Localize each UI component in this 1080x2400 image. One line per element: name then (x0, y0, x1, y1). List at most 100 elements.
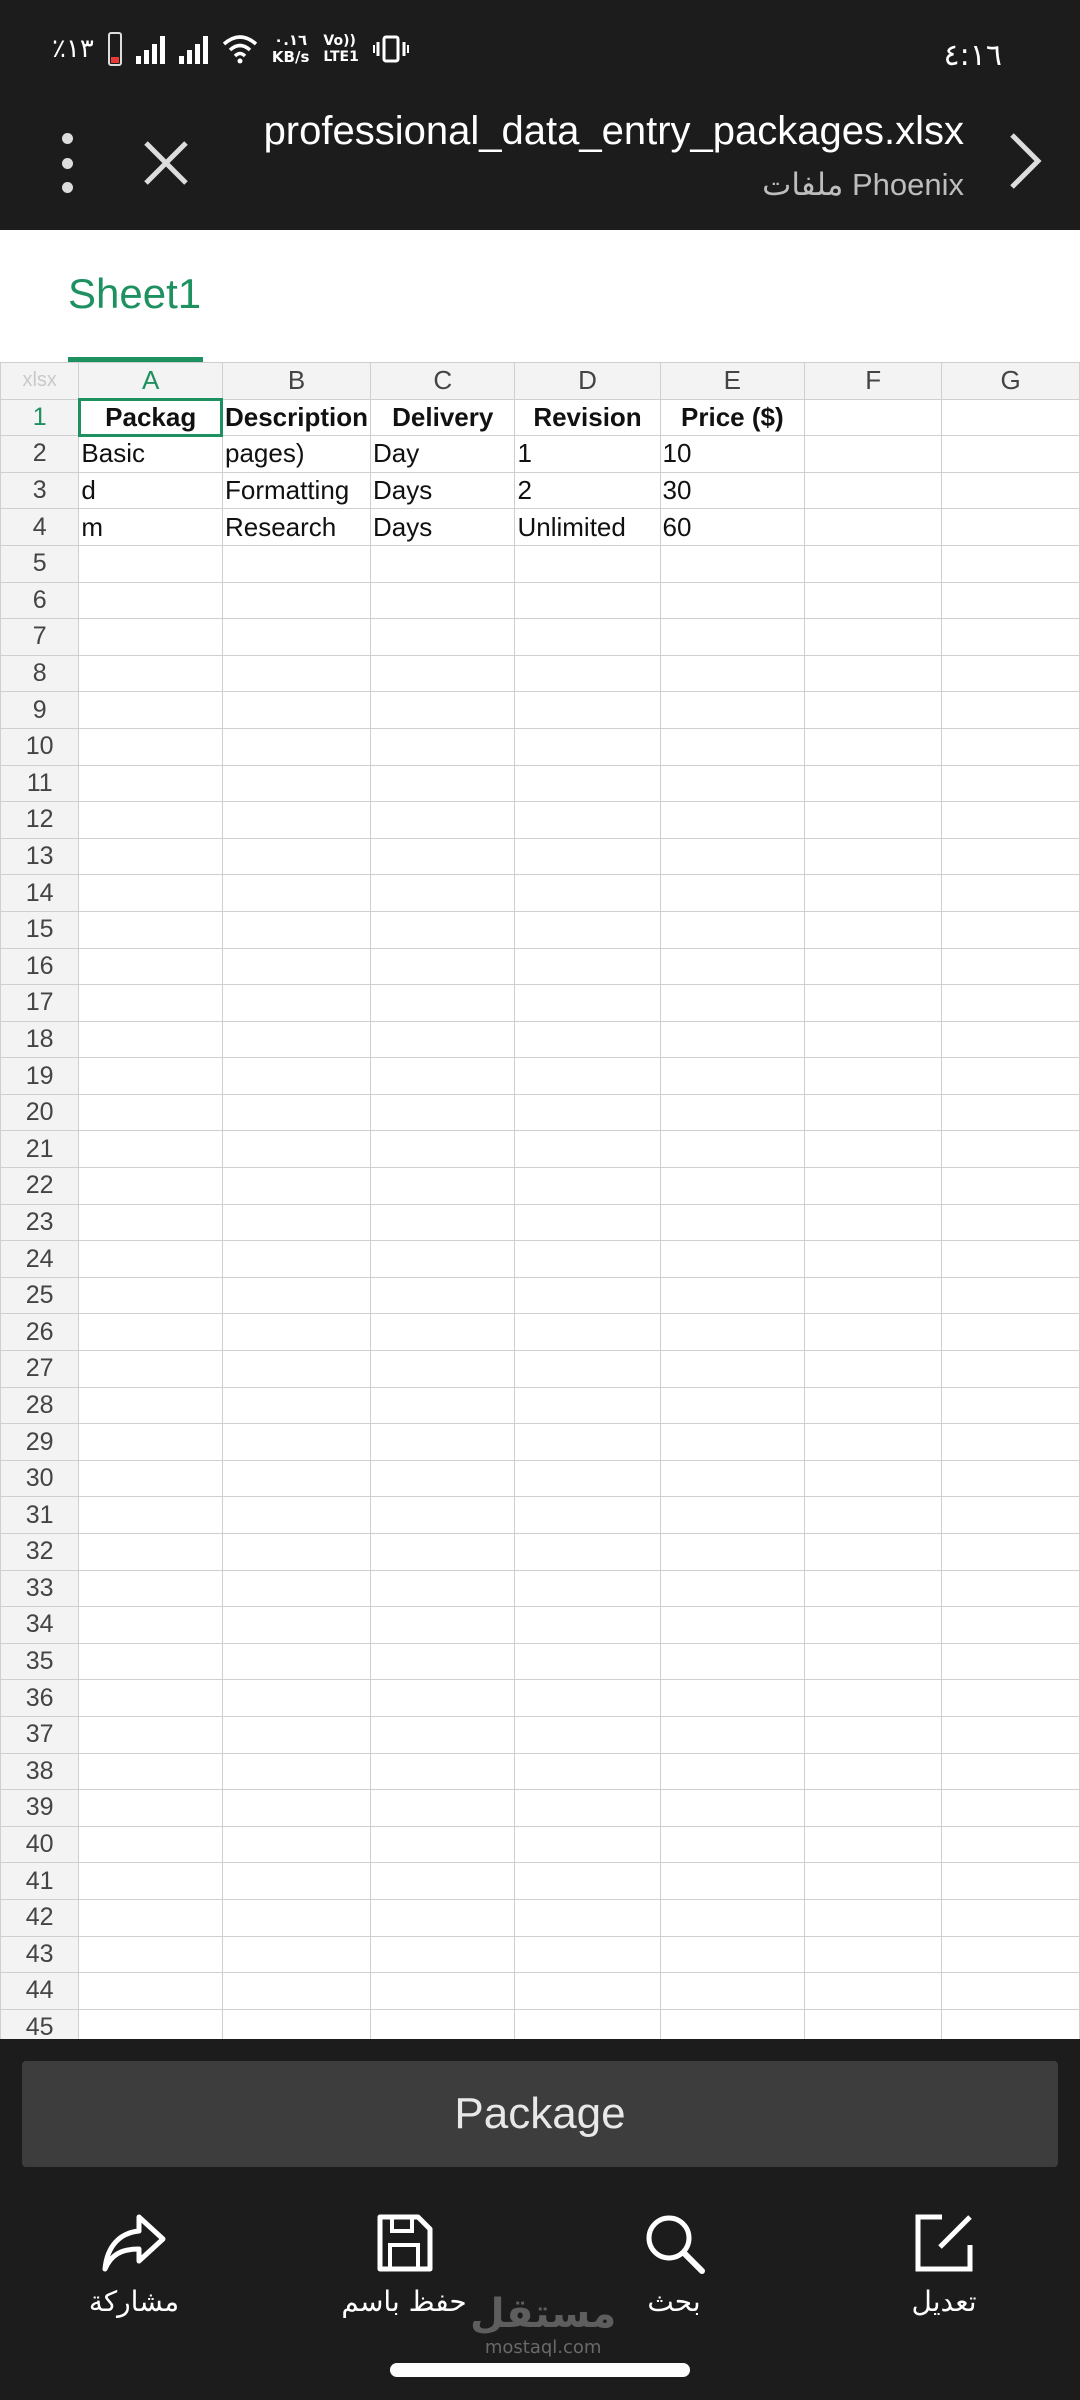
cell[interactable] (804, 1240, 943, 1278)
close-icon[interactable] (138, 135, 194, 191)
cell[interactable] (514, 691, 661, 729)
cell[interactable] (804, 1533, 943, 1571)
corner-cell[interactable]: xlsx (0, 362, 80, 400)
row-header[interactable]: 27 (0, 1350, 80, 1388)
cell[interactable] (659, 1276, 806, 1315)
cell[interactable] (514, 837, 661, 876)
cell[interactable] (941, 1057, 1080, 1095)
cell[interactable] (659, 837, 806, 876)
cell[interactable] (804, 2008, 943, 2039)
column-header[interactable]: A (78, 362, 223, 400)
cell[interactable] (941, 691, 1080, 729)
row-header[interactable]: 20 (0, 1093, 80, 1132)
cell[interactable] (78, 1533, 223, 1571)
cell[interactable] (941, 1606, 1080, 1644)
cell[interactable] (941, 984, 1080, 1022)
cell[interactable] (804, 544, 943, 583)
row-header[interactable]: 23 (0, 1203, 80, 1242)
cell[interactable] (370, 1167, 516, 1205)
cell[interactable] (804, 1642, 943, 1681)
cell[interactable] (221, 1093, 372, 1132)
cell[interactable] (370, 2008, 516, 2039)
cell[interactable] (78, 1679, 223, 1717)
cell[interactable]: Unlimited (514, 508, 661, 546)
cell[interactable] (78, 1276, 223, 1315)
cell[interactable] (370, 1862, 516, 1900)
row-header[interactable]: 17 (0, 984, 80, 1022)
cell[interactable] (370, 1715, 516, 1754)
row-header[interactable]: 15 (0, 910, 80, 949)
cell[interactable] (659, 801, 806, 839)
cell[interactable] (78, 1057, 223, 1095)
cell[interactable] (659, 874, 806, 912)
cell[interactable]: 60 (659, 508, 806, 546)
cell[interactable] (514, 581, 661, 620)
chevron-right-icon[interactable] (1004, 129, 1044, 193)
row-header[interactable]: 19 (0, 1057, 80, 1095)
cell[interactable] (941, 1386, 1080, 1425)
cell[interactable] (941, 1167, 1080, 1205)
cell[interactable] (221, 1569, 372, 1608)
cell[interactable] (659, 691, 806, 729)
cell[interactable] (370, 1935, 516, 1974)
cell[interactable] (514, 1240, 661, 1278)
cell[interactable] (221, 1972, 372, 2010)
cell[interactable] (941, 654, 1080, 693)
cell[interactable] (659, 1203, 806, 1242)
cell[interactable] (514, 1203, 661, 1242)
cell[interactable] (370, 654, 516, 693)
row-header[interactable]: 33 (0, 1569, 80, 1608)
cell[interactable] (221, 1167, 372, 1205)
cell[interactable] (941, 1276, 1080, 1315)
row-header[interactable]: 24 (0, 1240, 80, 1278)
cell[interactable]: pages) (221, 435, 372, 473)
row-header[interactable]: 26 (0, 1313, 80, 1352)
cell[interactable] (221, 1313, 372, 1352)
cell[interactable] (804, 1679, 943, 1717)
cell[interactable] (941, 581, 1080, 620)
cell[interactable] (659, 910, 806, 949)
row-header[interactable]: 2 (0, 435, 80, 473)
cell[interactable] (804, 1093, 943, 1132)
cell[interactable] (514, 764, 661, 803)
cell[interactable] (221, 1935, 372, 1974)
cell[interactable] (804, 1789, 943, 1827)
cell[interactable] (221, 1642, 372, 1681)
column-header[interactable]: E (659, 362, 806, 400)
row-header[interactable]: 13 (0, 837, 80, 876)
cell[interactable] (659, 1350, 806, 1388)
cell[interactable] (514, 947, 661, 986)
row-header[interactable]: 11 (0, 764, 80, 803)
row-header[interactable]: 41 (0, 1862, 80, 1900)
cell[interactable] (370, 1898, 516, 1937)
row-header[interactable]: 44 (0, 1972, 80, 2010)
cell[interactable]: Formatting (221, 471, 372, 510)
cell[interactable] (221, 1459, 372, 1498)
cell[interactable] (941, 1972, 1080, 2010)
cell[interactable] (514, 1789, 661, 1827)
cell[interactable] (370, 1020, 516, 1059)
cell[interactable] (78, 1752, 223, 1791)
cell[interactable] (221, 1898, 372, 1937)
cell[interactable] (659, 1020, 806, 1059)
cell[interactable] (78, 581, 223, 620)
cell[interactable] (514, 1130, 661, 1169)
cell[interactable] (941, 1862, 1080, 1900)
cell[interactable] (370, 1203, 516, 1242)
cell[interactable] (804, 1715, 943, 1754)
row-header[interactable]: 16 (0, 947, 80, 986)
cell[interactable] (78, 1496, 223, 1534)
cell[interactable] (370, 1057, 516, 1095)
cell[interactable]: 30 (659, 471, 806, 510)
cell[interactable] (804, 837, 943, 876)
cell[interactable] (659, 654, 806, 693)
cell[interactable] (221, 1533, 372, 1571)
row-header[interactable]: 4 (0, 508, 80, 546)
cell[interactable]: d (78, 471, 223, 510)
cell[interactable] (221, 1386, 372, 1425)
row-header[interactable]: 37 (0, 1715, 80, 1754)
cell[interactable] (941, 1496, 1080, 1534)
cell[interactable] (514, 1093, 661, 1132)
cell[interactable] (804, 727, 943, 766)
cell[interactable] (370, 947, 516, 986)
